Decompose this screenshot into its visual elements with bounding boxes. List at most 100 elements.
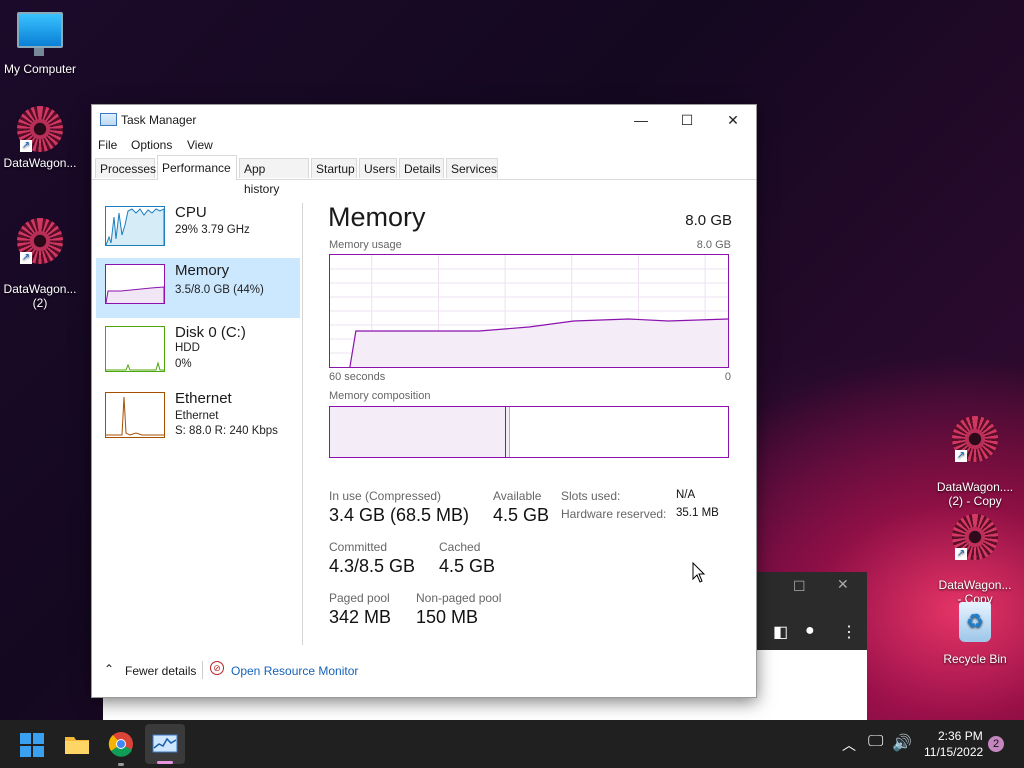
- footer-separator: [202, 661, 203, 679]
- open-resource-monitor-link[interactable]: Open Resource Monitor: [231, 664, 358, 678]
- menu-options[interactable]: Options: [131, 138, 172, 152]
- desktop-icon-datawagon-2[interactable]: ↗ DataWagon... (2): [0, 204, 80, 324]
- paged-pool-label: Paged pool: [329, 591, 390, 605]
- chrome-button[interactable]: [105, 728, 137, 766]
- clock-date[interactable]: 11/15/2022: [924, 745, 983, 759]
- datawagon-icon: ↗: [16, 106, 64, 154]
- chevron-up-icon[interactable]: ⌃: [104, 662, 114, 676]
- non-paged-pool-value: 150 MB: [416, 607, 479, 627]
- start-button[interactable]: [16, 728, 48, 760]
- memory-composition-label: Memory composition: [329, 390, 431, 402]
- resource-name: Disk 0 (C:): [175, 324, 246, 341]
- mouse-cursor-icon: [692, 562, 706, 583]
- resource-monitor-icon: ⊘: [210, 661, 224, 675]
- maximize-icon[interactable]: ☐: [793, 578, 806, 595]
- close-icon[interactable]: ✕: [837, 576, 849, 593]
- menu-view[interactable]: View: [187, 138, 213, 152]
- memory-total: 8.0 GB: [685, 212, 732, 229]
- tab-services[interactable]: Services: [446, 158, 498, 178]
- task-manager-window[interactable]: Task Manager — ☐ ✕ File Options View Pro…: [91, 104, 757, 698]
- desktop-icon-recycle-bin[interactable]: ♻ Recycle Bin: [935, 598, 1015, 666]
- datawagon-icon: ↗: [951, 514, 999, 562]
- cached-value: 4.5 GB: [439, 556, 496, 576]
- tab-bar: Processes Performance App history Startu…: [92, 155, 756, 196]
- tab-details[interactable]: Details: [399, 158, 444, 178]
- ethernet-thumbnail-graph: [105, 392, 165, 438]
- committed-value: 4.3/8.5 GB: [329, 556, 416, 576]
- sidebar-icon[interactable]: ◧: [773, 622, 788, 642]
- resource-detail: HDD: [175, 342, 200, 354]
- tab-startup[interactable]: Startup: [311, 158, 357, 178]
- desktop-icon-label: My Computer: [3, 62, 77, 76]
- resource-ethernet[interactable]: Ethernet Ethernet S: 88.0 R: 240 Kbps: [96, 386, 300, 448]
- resource-disk[interactable]: Disk 0 (C:) HDD 0%: [96, 320, 300, 384]
- hardware-reserved-label: Hardware reserved:: [561, 507, 667, 521]
- resource-detail: Ethernet: [175, 410, 219, 422]
- tab-app-history[interactable]: App history: [239, 158, 309, 196]
- resource-memory[interactable]: Memory 3.5/8.0 GB (44%): [96, 258, 300, 318]
- tab-processes[interactable]: Processes: [95, 158, 156, 178]
- minimize-button[interactable]: —: [618, 105, 664, 135]
- task-manager-taskbar-button[interactable]: [145, 724, 185, 764]
- panel-divider: [302, 203, 303, 645]
- tab-users[interactable]: Users: [359, 158, 397, 178]
- composition-modified-segment: [506, 407, 510, 457]
- chrome-icon: [108, 732, 133, 757]
- memory-usage-graph: [329, 254, 729, 368]
- task-manager-icon: [152, 734, 178, 753]
- desktop-icon-my-computer[interactable]: My Computer: [0, 8, 80, 76]
- resource-name: CPU: [175, 204, 207, 221]
- cached-label: Cached: [439, 540, 481, 554]
- memory-composition-bar: [329, 406, 729, 458]
- title-bar[interactable]: Task Manager — ☐ ✕: [92, 105, 756, 135]
- resource-cpu[interactable]: CPU 29% 3.79 GHz: [96, 200, 300, 258]
- non-paged-pool-label: Non-paged pool: [416, 591, 502, 605]
- desktop-icon-label: DataWagon... (2): [3, 282, 77, 310]
- network-icon[interactable]: 🖵: [868, 733, 883, 751]
- paged-pool-value: 342 MB: [329, 607, 392, 627]
- profile-icon[interactable]: ●: [805, 622, 815, 640]
- running-indicator: [118, 763, 124, 766]
- resource-name: Ethernet: [175, 390, 232, 407]
- active-indicator: [157, 761, 173, 764]
- clock-time[interactable]: 2:36 PM: [938, 729, 983, 743]
- desktop-icon-label: DataWagon...: [3, 156, 77, 170]
- available-label: Available: [493, 489, 542, 503]
- cpu-thumbnail-graph: [105, 206, 165, 246]
- footer: ⌃ Fewer details ⊘ Open Resource Monitor: [92, 647, 756, 697]
- datawagon-icon: ↗: [16, 218, 64, 266]
- close-button[interactable]: ✕: [710, 105, 756, 135]
- shortcut-arrow-icon: ↗: [955, 548, 967, 560]
- resource-name: Memory: [175, 262, 230, 279]
- hardware-reserved-value: 35.1 MB: [676, 507, 719, 519]
- resource-detail: S: 88.0 R: 240 Kbps: [175, 425, 278, 437]
- chevron-up-tray-icon[interactable]: ︿: [842, 735, 856, 755]
- tab-performance[interactable]: Performance: [157, 155, 237, 180]
- window-title: Task Manager: [121, 113, 197, 127]
- resource-detail: 3.5/8.0 GB (44%): [175, 284, 264, 296]
- monitor-icon: [16, 12, 64, 60]
- task-manager-app-icon: [100, 113, 117, 126]
- file-explorer-button[interactable]: [61, 728, 93, 760]
- menu-file[interactable]: File: [98, 138, 117, 152]
- resource-list: CPU 29% 3.79 GHz Memory 3.5/8.0 GB (44%)…: [92, 200, 302, 645]
- in-use-label: In use (Compressed): [329, 489, 442, 503]
- panel-title: Memory: [328, 202, 426, 232]
- taskbar: ︿ 🖵 🔊 2:36 PM 11/15/2022 2: [0, 720, 1024, 768]
- volume-icon[interactable]: 🔊: [892, 733, 912, 753]
- fewer-details-link[interactable]: Fewer details: [125, 664, 196, 678]
- resource-detail: 29% 3.79 GHz: [175, 224, 250, 236]
- notification-badge[interactable]: 2: [988, 736, 1004, 752]
- memory-usage-max: 8.0 GB: [696, 239, 731, 251]
- shortcut-arrow-icon: ↗: [20, 140, 32, 152]
- memory-usage-label: Memory usage: [329, 239, 402, 251]
- time-axis-right: 0: [724, 371, 731, 383]
- windows-logo-icon: [20, 733, 44, 757]
- shortcut-arrow-icon: ↗: [955, 450, 967, 462]
- maximize-button[interactable]: ☐: [664, 105, 710, 135]
- menu-dots-icon[interactable]: ⋮: [841, 622, 857, 642]
- slots-used-label: Slots used:: [561, 489, 621, 503]
- resource-detail: 0%: [175, 358, 192, 370]
- desktop-icon-datawagon[interactable]: ↗ DataWagon...: [0, 106, 80, 170]
- slots-used-value: N/A: [676, 489, 696, 501]
